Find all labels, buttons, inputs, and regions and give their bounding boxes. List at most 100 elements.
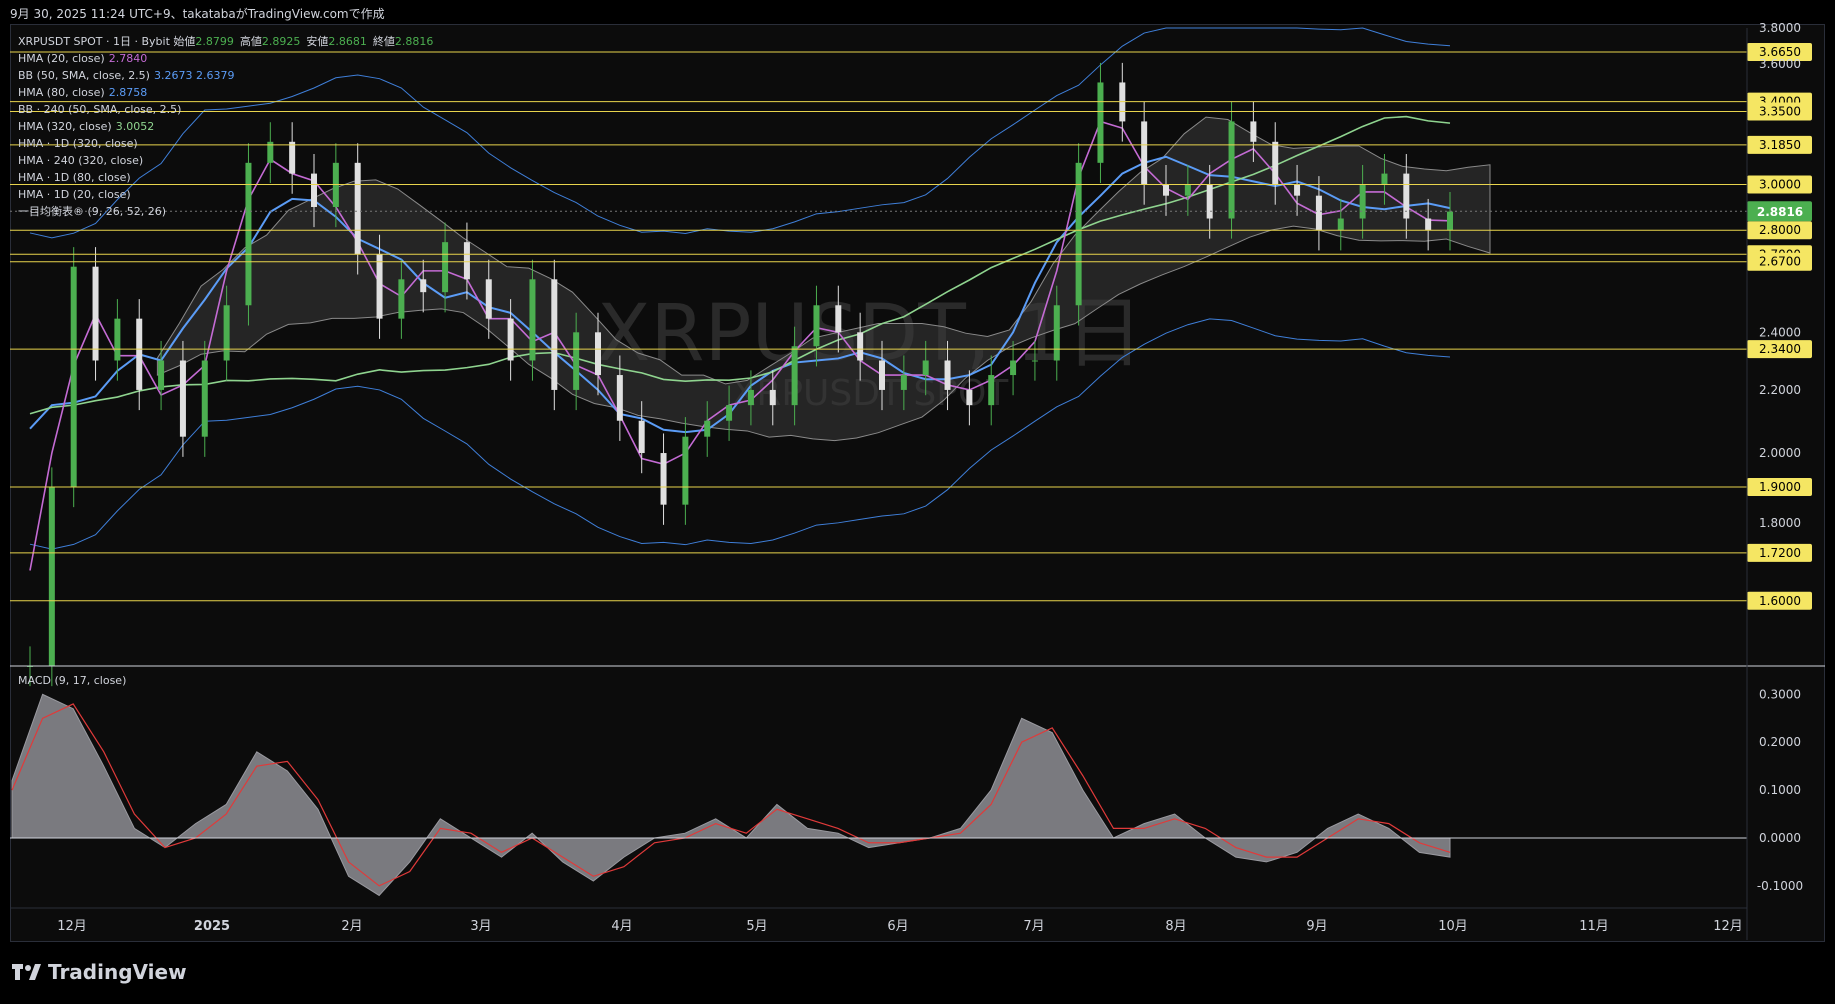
x-tick-label: 12月	[1713, 919, 1743, 934]
macd-y-tick-label: 0.3000	[1759, 687, 1801, 701]
level-label: 1.6000	[1759, 594, 1801, 608]
y-tick-label: 1.8000	[1759, 516, 1801, 530]
legend-item[interactable]: HMA · 1D (80, close)	[18, 169, 433, 186]
candle-body	[1250, 121, 1257, 142]
y-tick-label: 2.2000	[1759, 383, 1801, 397]
candle-body	[551, 279, 558, 390]
x-tick-label: 10月	[1438, 919, 1468, 934]
macd-signal-line	[11, 703, 1451, 887]
legend-item[interactable]: HMA (320, close) 3.0052	[18, 118, 433, 135]
candle-body	[463, 242, 470, 280]
candle-body	[966, 389, 973, 406]
candle-body	[900, 375, 907, 390]
candle-body	[158, 360, 165, 390]
candle-body	[485, 279, 492, 319]
indicator-legend: XRPUSDT SPOT · 1日 · Bybit 始値2.8799 高値2.89…	[18, 33, 433, 220]
level-label: 3.1850	[1759, 138, 1801, 152]
candle-body	[1315, 195, 1322, 231]
level-label: 2.8000	[1759, 223, 1801, 237]
macd-histogram-area	[11, 693, 1451, 897]
candle-body	[1141, 121, 1148, 185]
x-tick-label: 8月	[1165, 919, 1186, 934]
candle-body	[1447, 211, 1453, 231]
candle-body	[1337, 218, 1344, 231]
level-label: 2.3400	[1759, 342, 1801, 356]
candle-body	[835, 305, 842, 333]
candle-body	[1294, 184, 1301, 196]
legend-item[interactable]: HMA · 1D (320, close)	[18, 135, 433, 152]
candle-body	[114, 318, 121, 361]
y-tick-label: 3.8000	[1759, 21, 1801, 35]
candle-body	[813, 305, 820, 347]
candle-body	[988, 375, 995, 406]
y-tick-label: 2.4000	[1759, 325, 1801, 339]
candle-body	[922, 360, 929, 376]
candle-body	[682, 436, 689, 505]
candle-body	[660, 453, 667, 505]
candle-body	[1184, 184, 1191, 196]
x-tick-label: 5月	[746, 919, 767, 934]
candle-body	[179, 360, 186, 437]
candle-body	[616, 375, 623, 421]
candle-body	[1381, 173, 1388, 185]
candle-body	[1272, 141, 1279, 185]
x-tick-label: 3月	[470, 919, 491, 934]
last-price-label: 2.8816	[1757, 205, 1803, 219]
level-label: 1.7200	[1759, 546, 1801, 560]
candle-body	[1010, 360, 1017, 376]
macd-legend: MACD (9, 17, close)	[18, 674, 127, 687]
level-label: 2.6700	[1759, 255, 1801, 269]
candle-body	[1097, 82, 1104, 163]
candle-body	[1206, 184, 1213, 219]
candle-body	[1053, 305, 1060, 361]
y-tick-label: 3.6000	[1759, 57, 1801, 71]
candle-body	[769, 389, 776, 406]
candle-body	[420, 279, 427, 293]
legend-item[interactable]: HMA · 1D (20, close)	[18, 186, 433, 203]
candle-body	[92, 266, 99, 361]
candle-body	[442, 242, 449, 293]
candle-body	[1359, 184, 1366, 219]
candle-body	[48, 487, 55, 666]
x-tick-label: 12月	[57, 919, 87, 934]
candle-body	[529, 279, 536, 361]
brand-name: TradingView	[48, 960, 187, 984]
candle-body	[398, 279, 405, 319]
legend-item[interactable]: HMA (80, close) 2.8758	[18, 84, 433, 101]
legend-item[interactable]: HMA · 240 (320, close)	[18, 152, 433, 169]
legend-item[interactable]: BB (50, SMA, close, 2.5) 3.2673 2.6379	[18, 67, 433, 84]
x-tick-label: 4月	[611, 919, 632, 934]
macd-y-tick-label: 0.1000	[1759, 783, 1801, 797]
macd-y-tick-label: -0.1000	[1757, 879, 1803, 893]
y-tick-label: 2.0000	[1759, 446, 1801, 460]
candle-body	[573, 332, 580, 390]
candle-body	[1163, 184, 1169, 196]
level-label: 3.0000	[1759, 178, 1801, 192]
candle-body	[70, 266, 77, 488]
candle-body	[201, 360, 208, 437]
candle-body	[223, 305, 230, 361]
legend-item[interactable]: HMA (20, close) 2.7840	[18, 50, 433, 67]
candle-body	[726, 405, 733, 421]
candle-body	[747, 389, 754, 406]
candle-body	[595, 332, 601, 376]
legend-item[interactable]: XRPUSDT SPOT · 1日 · Bybit 始値2.8799 高値2.89…	[18, 33, 433, 50]
x-tick-label: 2025	[194, 919, 230, 934]
legend-item[interactable]: 一目均衡表® (9, 26, 52, 26)	[18, 203, 433, 220]
candle-body	[944, 360, 951, 390]
candle-body	[1425, 218, 1432, 231]
candle-body	[1031, 360, 1038, 362]
candle-body	[507, 318, 514, 361]
x-tick-label: 2月	[341, 919, 362, 934]
tradingview-brand: TradingView	[12, 960, 187, 984]
x-tick-label: 6月	[887, 919, 908, 934]
macd-y-tick-label: 0.2000	[1759, 735, 1801, 749]
tradingview-logo-icon	[12, 962, 42, 982]
candle-body	[791, 346, 798, 406]
level-label: 3.3500	[1759, 104, 1801, 118]
candle-body	[638, 420, 645, 454]
candle-body	[1403, 173, 1410, 219]
legend-item[interactable]: BB · 240 (50, SMA, close, 2.5)	[18, 101, 433, 118]
candle-body	[376, 254, 383, 319]
macd-y-tick-label: 0.0000	[1759, 831, 1801, 845]
